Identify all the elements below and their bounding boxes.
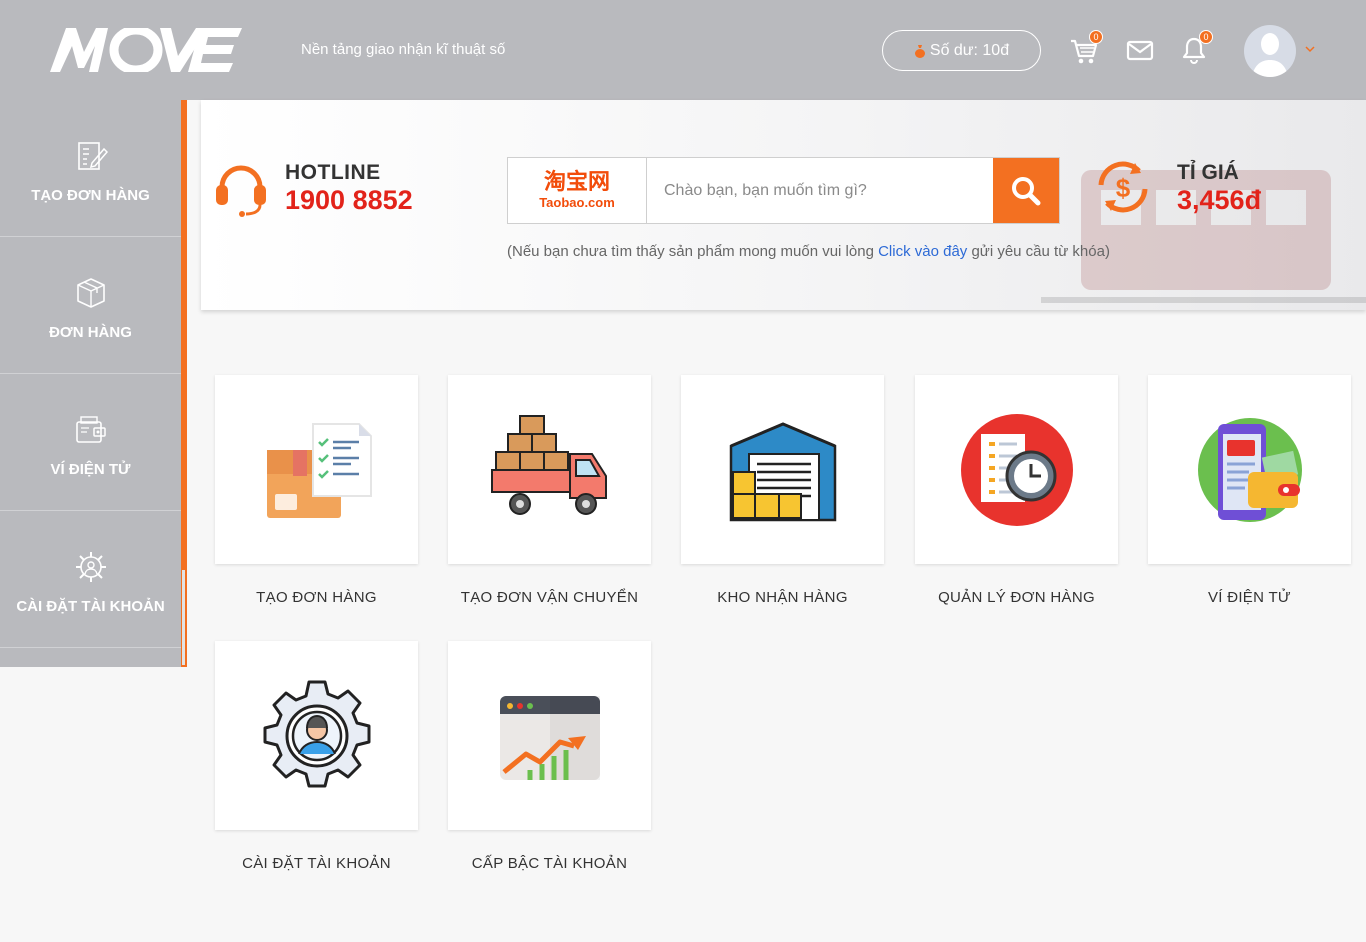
search-input[interactable] <box>648 158 994 223</box>
mobile-wallet-icon <box>1197 417 1302 522</box>
taobao-source-selector[interactable]: 淘宝网 Taobao.com <box>508 158 647 223</box>
balance-label: Số dư: 10đ <box>929 41 1010 59</box>
tile-card[interactable] <box>448 641 651 830</box>
cart-button[interactable]: 0 <box>1069 30 1103 66</box>
tile-label: KHO NHẬN HÀNG <box>717 589 848 606</box>
tile-label: QUẢN LÝ ĐƠN HÀNG <box>938 589 1095 606</box>
request-keyword-link[interactable]: Click vào đây <box>878 243 967 260</box>
tagline: Nền tảng giao nhận kĩ thuật số <box>301 41 506 58</box>
sidebar-item-label: CÀI ĐẶT TÀI KHOẢN <box>16 597 165 615</box>
sidebar-item-wallet[interactable]: VÍ ĐIỆN TỬ <box>0 374 181 511</box>
sidebar-item-label: TẠO ĐƠN HÀNG <box>31 186 150 204</box>
tile-card[interactable] <box>215 375 418 564</box>
sidebar-item-label: VÍ ĐIỆN TỬ <box>50 460 131 478</box>
mail-button[interactable] <box>1125 34 1155 66</box>
exchange-rate-label: TỈ GIÁ <box>1177 161 1239 184</box>
hotline-label: HOTLINE <box>285 161 381 184</box>
delivery-truck-icon <box>490 414 607 515</box>
tile-card[interactable] <box>1148 375 1351 564</box>
sidebar: TẠO ĐƠN HÀNG ĐƠN HÀNG VÍ ĐIỆN TỬ CÀI ĐẶT… <box>0 100 187 667</box>
hotline-number[interactable]: 1900 8852 <box>285 185 413 216</box>
tile-label: TẠO ĐƠN HÀNG <box>256 589 377 606</box>
tile-account-settings[interactable]: CÀI ĐẶT TÀI KHOẢN <box>215 641 418 872</box>
tile-warehouse[interactable]: KHO NHẬN HÀNG <box>681 375 884 606</box>
taobao-logo-cn: 淘宝网 <box>543 170 610 195</box>
tile-card[interactable] <box>915 375 1118 564</box>
chevron-down-icon[interactable] <box>1305 44 1315 54</box>
search-hint: (Nếu bạn chưa tìm thấy sản phẩm mong muố… <box>507 243 1110 260</box>
move-logo[interactable] <box>50 28 242 72</box>
tile-card[interactable] <box>448 375 651 564</box>
tile-label: CÀI ĐẶT TÀI KHOẢN <box>242 855 391 872</box>
tile-order-management[interactable]: QUẢN LÝ ĐƠN HÀNG <box>915 375 1118 606</box>
tile-create-shipment[interactable]: TẠO ĐƠN VẬN CHUYỂN <box>448 375 651 606</box>
order-clock-icon <box>960 413 1073 526</box>
hero-banner: HOTLINE 1900 8852 淘宝网 Taobao.com (Nếu bạ… <box>201 100 1366 310</box>
tile-card[interactable] <box>215 641 418 830</box>
sidebar-item-create-order[interactable]: TẠO ĐƠN HÀNG <box>0 100 181 237</box>
svg-text:$: $ <box>1116 173 1131 203</box>
tile-card[interactable] <box>681 375 884 564</box>
notification-count-badge: 0 <box>1199 30 1213 44</box>
package-box-icon <box>76 277 105 308</box>
tile-create-order[interactable]: TẠO ĐƠN HÀNG <box>215 375 418 606</box>
edit-document-icon <box>77 141 108 170</box>
taobao-logo-en: Taobao.com <box>539 195 615 210</box>
search-icon <box>1012 176 1041 205</box>
search-bar: 淘宝网 Taobao.com <box>507 157 1060 224</box>
wallet-icon <box>75 415 106 443</box>
top-header: Nền tảng giao nhận kĩ thuật số Số dư: 10… <box>0 0 1366 100</box>
search-button[interactable] <box>993 158 1059 223</box>
tile-label: TẠO ĐƠN VẬN CHUYỂN <box>460 589 639 606</box>
warehouse-icon <box>729 421 836 521</box>
tile-label: CẤP BẬC TÀI KHOẢN <box>471 855 628 872</box>
account-settings-icon <box>263 680 370 787</box>
money-bag-icon <box>914 44 925 58</box>
user-avatar[interactable] <box>1244 25 1296 77</box>
hint-text-after: gửi yêu cầu từ khóa) <box>967 243 1110 260</box>
sidebar-item-account-settings[interactable]: CÀI ĐẶT TÀI KHOẢN <box>0 511 181 648</box>
sidebar-item-orders[interactable]: ĐƠN HÀNG <box>0 237 181 374</box>
currency-exchange-icon: $ <box>1098 161 1148 213</box>
balance-button[interactable]: Số dư: 10đ <box>882 30 1041 71</box>
user-silhouette-icon <box>1252 33 1288 77</box>
cart-count-badge: 0 <box>1089 30 1103 44</box>
sidebar-scrollbar[interactable] <box>182 570 185 665</box>
notification-button[interactable]: 0 <box>1179 30 1213 66</box>
exchange-rate-value: 3,456đ <box>1177 185 1262 215</box>
gear-user-icon <box>75 551 106 582</box>
sidebar-item-label: ĐƠN HÀNG <box>49 323 132 341</box>
growth-chart-icon <box>499 695 600 780</box>
tile-e-wallet[interactable]: VÍ ĐIỆN TỬ <box>1148 375 1351 606</box>
order-box-checklist-icon <box>266 422 372 518</box>
mail-icon <box>1126 40 1154 61</box>
hint-text-before: (Nếu bạn chưa tìm thấy sản phẩm mong muố… <box>507 243 879 260</box>
tile-label: VÍ ĐIỆN TỬ <box>1207 589 1292 606</box>
tile-account-level[interactable]: CẤP BẬC TÀI KHOẢN <box>448 641 651 872</box>
headset-icon <box>216 165 266 217</box>
